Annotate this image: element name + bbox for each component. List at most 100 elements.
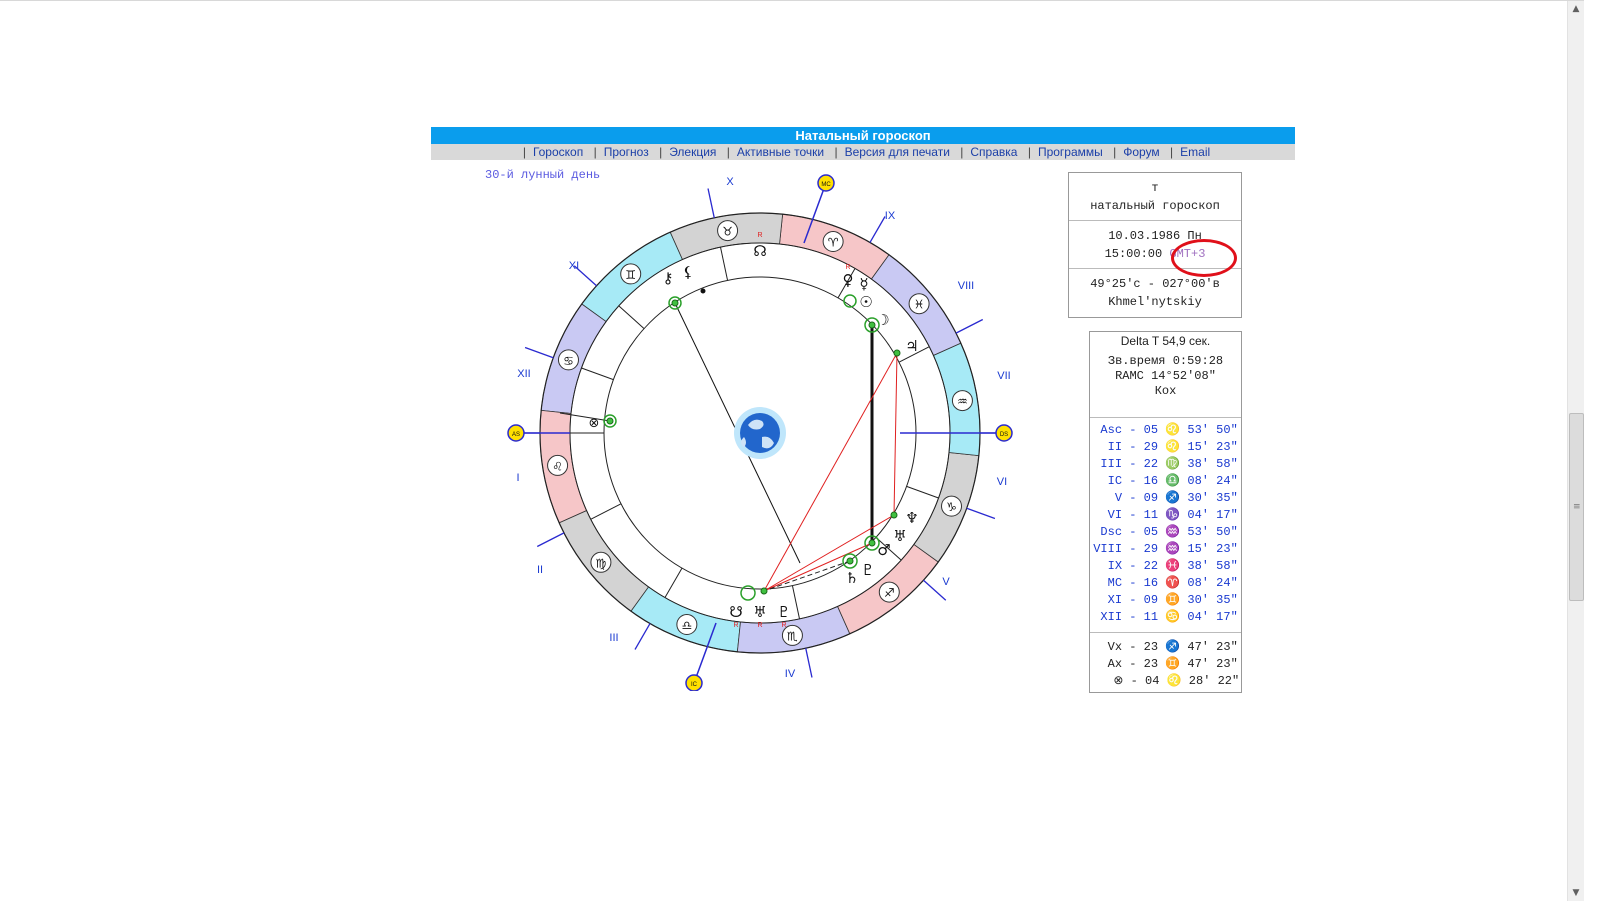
house-cusps-box: Delta T 54,9 сек. Зв.время 0:59:28 RAMC … bbox=[1089, 331, 1242, 693]
house-cusp-tick bbox=[707, 188, 715, 218]
ramc: RAMC 14°52'08" bbox=[1115, 369, 1216, 383]
dsc-marker-label: DS bbox=[1000, 432, 1008, 438]
house-cusp-line bbox=[590, 503, 622, 520]
mars-glyph: ♂ bbox=[877, 541, 890, 559]
ic-marker-label: IC bbox=[691, 682, 698, 688]
house-cusp-tick bbox=[536, 532, 565, 548]
house-numeral: VIII bbox=[958, 280, 975, 292]
zodiac-sign-glyph: ♈ bbox=[828, 235, 839, 249]
zodiac-sign-glyph: ♋ bbox=[563, 354, 574, 368]
page-title: Натальный гороскоп bbox=[431, 127, 1295, 144]
scrollbar-thumb[interactable]: ≡ bbox=[1569, 413, 1584, 601]
extra-point-row: Vx - 23 ♐ 47' 23" bbox=[1093, 640, 1238, 654]
zodiac-sign-glyph: ♐ bbox=[884, 586, 895, 600]
house-cusp-line bbox=[720, 247, 729, 281]
menu-horoscope[interactable]: Гороскоп bbox=[533, 145, 583, 159]
extra-point-row: Ax - 23 ♊ 47' 23" bbox=[1093, 657, 1238, 671]
natal-chart: ♈♉♊♋♌♍♎♏♐♑♒♓ ⚷ ⚸ ☊ ♀ ☿ ☉ ☽ ♃ ♆ ♅ ♂ ♇ ♄ ☋… bbox=[507, 174, 1013, 691]
chiron-glyph: ⚷ bbox=[663, 269, 674, 287]
zodiac-sign-glyph: ♉ bbox=[722, 225, 733, 239]
house-cusp-tick bbox=[634, 623, 651, 650]
house-numeral: II bbox=[537, 564, 543, 576]
neptune-glyph: ♆ bbox=[905, 509, 918, 527]
birth-time: 15:00:00 bbox=[1104, 247, 1163, 261]
sun-glyph: ☉ bbox=[859, 293, 872, 311]
menu-forecast[interactable]: Прогноз bbox=[604, 145, 649, 159]
asc-marker-label: AS bbox=[512, 432, 520, 438]
house-cusp-row: XII - 11 ♋ 04' 17" bbox=[1093, 610, 1238, 624]
house-numeral: III bbox=[609, 632, 618, 644]
south-node-glyph: ☋ bbox=[729, 603, 742, 621]
menu-print-version[interactable]: Версия для печати bbox=[845, 145, 950, 159]
moon-glyph: ☽ bbox=[876, 311, 889, 329]
uranus-glyph-2: ♅ bbox=[893, 527, 906, 545]
house-cusp-tick bbox=[966, 507, 996, 520]
house-cusp-list: Asc - 05 ♌ 53' 50" II - 29 ♌ 15' 23" III… bbox=[1090, 418, 1241, 633]
house-cusp-row: Asc - 05 ♌ 53' 50" bbox=[1093, 423, 1238, 437]
house-cusp-row: III - 22 ♍ 38' 58" bbox=[1093, 457, 1238, 471]
house-cusp-line bbox=[791, 585, 800, 619]
zodiac-sign-glyph: ♓ bbox=[914, 298, 925, 312]
zodiac-sign-glyph: ♏ bbox=[787, 629, 798, 643]
menu-active-points[interactable]: Активные точки bbox=[737, 145, 824, 159]
house-cusp-row: Dsc - 05 ♒ 53' 50" bbox=[1093, 525, 1238, 539]
menu-email[interactable]: Email bbox=[1180, 145, 1210, 159]
svg-text:R: R bbox=[733, 622, 738, 629]
vertical-scrollbar[interactable]: ▲ ≡ ▼ bbox=[1567, 1, 1584, 901]
menu-help[interactable]: Справка bbox=[970, 145, 1017, 159]
chart-type: натальный гороскоп bbox=[1090, 199, 1220, 213]
house-cusp-tick bbox=[805, 648, 813, 678]
house-numeral: VII bbox=[997, 370, 1010, 382]
house-numeral: XII bbox=[517, 368, 530, 380]
svg-text:R: R bbox=[757, 232, 762, 239]
zodiac-sign-glyph: ♌ bbox=[552, 459, 563, 473]
house-cusp-line bbox=[664, 567, 683, 598]
house-cusp-row: V - 09 ♐ 30' 35" bbox=[1093, 491, 1238, 505]
house-numeral: VI bbox=[997, 476, 1007, 488]
house-cusp-tick bbox=[955, 318, 984, 334]
uranus-glyph: ♅ bbox=[753, 603, 766, 621]
house-cusp-line bbox=[581, 367, 614, 381]
house-cusp-row: IX - 22 ♓ 38' 58" bbox=[1093, 559, 1238, 573]
aspect-line-red-1 bbox=[893, 352, 898, 516]
house-numeral: XI bbox=[569, 260, 579, 272]
timezone-highlight-circle bbox=[1171, 239, 1237, 277]
house-cusp-row: VIII - 29 ♒ 15' 23" bbox=[1093, 542, 1238, 556]
menu-election[interactable]: Элекция bbox=[669, 145, 716, 159]
chart-info-box: т натальный гороскоп 10.03.1986 Пн 15:00… bbox=[1068, 172, 1242, 318]
house-cusp-tick bbox=[869, 216, 886, 243]
coordinates: 49°25'с - 027°00'в bbox=[1090, 277, 1220, 291]
house-cusp-row: MC - 16 ♈ 08' 24" bbox=[1093, 576, 1238, 590]
scroll-up-icon[interactable]: ▲ bbox=[1568, 1, 1584, 17]
svg-text:R: R bbox=[757, 622, 762, 629]
browser-page: Натальный гороскоп | Гороскоп | Прогноз | Э… bbox=[0, 0, 1584, 901]
menu-programs[interactable]: Программы bbox=[1038, 145, 1103, 159]
house-cusp-line bbox=[618, 305, 645, 329]
pluto-glyph: ♇ bbox=[777, 603, 790, 621]
zodiac-sign-glyph: ♑ bbox=[946, 500, 957, 514]
jupiter-glyph: ♃ bbox=[905, 337, 918, 355]
zodiac-sign-glyph: ♎ bbox=[681, 619, 692, 633]
extra-point-row: ⊗ - 04 ♌ 28' 22" bbox=[1091, 674, 1240, 688]
svg-text:R: R bbox=[845, 264, 850, 271]
scroll-down-icon[interactable]: ▼ bbox=[1568, 885, 1584, 901]
extra-points-list: Vx - 23 ♐ 47' 23" Ax - 23 ♊ 47' 23" ⊗ - … bbox=[1090, 633, 1241, 690]
house-cusp-row: IC - 16 ♎ 08' 24" bbox=[1093, 474, 1238, 488]
mc-marker-label: MC bbox=[821, 182, 831, 188]
svg-text:R: R bbox=[781, 622, 786, 629]
house-numeral: IX bbox=[885, 210, 896, 222]
zodiac-sign-glyph: ♊ bbox=[625, 268, 636, 282]
menu-forum[interactable]: Форум bbox=[1123, 145, 1159, 159]
part-of-fortune-glyph: ⊗ bbox=[589, 416, 600, 431]
zodiac-sign-glyph: ♒ bbox=[957, 395, 968, 409]
person-name: т bbox=[1151, 181, 1159, 195]
lilith-glyph: ⚸ bbox=[683, 263, 694, 281]
earth-icon bbox=[734, 407, 786, 459]
main-menu: | Гороскоп | Прогноз | Элекция | Активные то… bbox=[431, 144, 1295, 160]
house-cusp-line bbox=[906, 485, 939, 499]
saturn-glyph: ♄ bbox=[845, 569, 858, 587]
house-cusp-row: XI - 09 ♊ 30' 35" bbox=[1093, 593, 1238, 607]
venus-glyph: ♀ bbox=[843, 271, 854, 289]
delta-t: Delta T 54,9 сек. bbox=[1120, 334, 1211, 348]
aspect-lines bbox=[559, 302, 898, 592]
